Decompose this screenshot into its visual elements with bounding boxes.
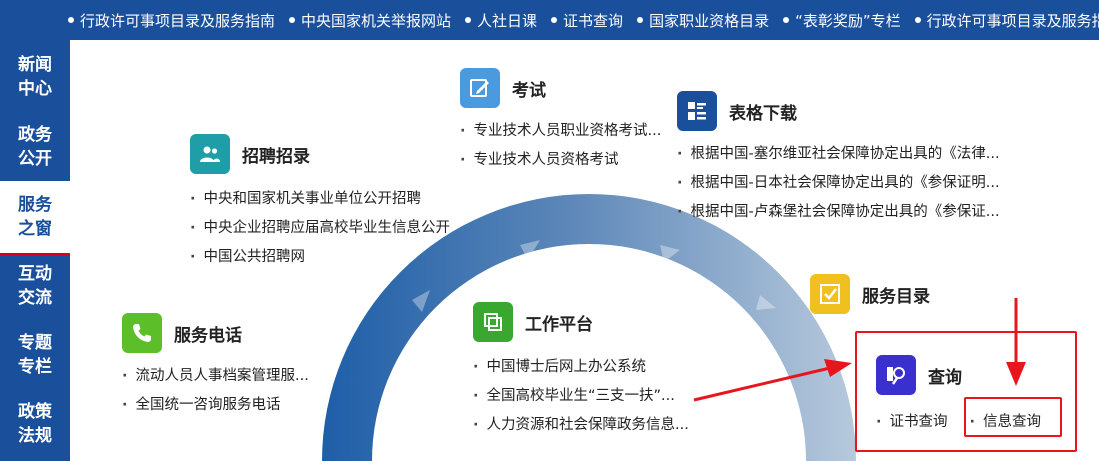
section-title[interactable]: 考试 [512,76,546,101]
nav-item-service-window[interactable]: 服务 之窗 [0,181,70,255]
list-item[interactable]: 流动人员人事档案管理服... [122,362,309,391]
section-title[interactable]: 服务电话 [174,321,242,346]
section-recruitment: 招聘招录 中央和国家机关事业单位公开招聘 中央企业招聘应届高校毕业生信息公开 中… [190,133,450,272]
list-item[interactable]: 人力资源和社会保障政务信息... [473,411,689,440]
top-link[interactable]: 行政许可事项目录及服务指南 [68,10,275,31]
section-service-phone: 服务电话 流动人员人事档案管理服... 全国统一咨询服务电话 [122,312,309,420]
top-link[interactable]: 国家职业资格目录 [637,10,769,31]
side-nav: 新闻 中心 政务 公开 服务 之窗 互动 交流 专题 专栏 政策 法规 [0,40,70,461]
section-header: 招聘招录 [190,133,450,175]
bullet-icon [551,17,558,23]
nav-item-special-topics[interactable]: 专题 专栏 [0,320,70,390]
list-item[interactable]: 根据中国-塞尔维亚社会保障协定出具的《法律... [677,140,1000,169]
bullet-icon [68,17,74,23]
section-form-download: 表格下载 根据中国-塞尔维亚社会保障协定出具的《法律... 根据中国-日本社会保… [677,90,1000,227]
section-title[interactable]: 表格下载 [729,99,797,124]
list-item[interactable]: 全国高校毕业生“三支一扶”... [473,382,689,411]
bullet-icon [914,17,921,23]
edit-icon [460,68,500,108]
nav-item-news[interactable]: 新闻 中心 [0,42,70,112]
bullet-icon [783,17,790,23]
list-item[interactable]: 专业技术人员资格考试 [460,146,661,175]
copy-icon [473,302,513,342]
list-item[interactable]: 中国博士后网上办公系统 [473,353,689,382]
top-link[interactable]: 行政许可事项目录及服务指南 [914,10,1099,31]
nav-item-government-affairs[interactable]: 政务 公开 [0,112,70,182]
checklist-icon [810,274,850,314]
section-header: 考试 [460,67,661,109]
section-work-platform: 工作平台 中国博士后网上办公系统 全国高校毕业生“三支一扶”... 人力资源和社… [473,301,689,440]
section-header: 表格下载 [677,90,1000,132]
section-service-catalog: 服务目录 [810,273,930,315]
users-icon [190,134,230,174]
nav-item-interaction[interactable]: 互动 交流 [0,251,70,321]
top-link[interactable]: “表彰奖励”专栏 [783,10,901,31]
top-link[interactable]: 人社日课 [465,10,537,31]
top-link-bar: 行政许可事项目录及服务指南 中央国家机关举报网站 人社日课 证书查询 国家职业资… [0,0,1099,40]
top-link[interactable]: 中央国家机关举报网站 [289,10,451,31]
list-item[interactable]: 全国统一咨询服务电话 [122,391,309,420]
grid-list-icon [677,91,717,131]
top-link[interactable]: 证书查询 [551,10,623,31]
section-title[interactable]: 服务目录 [862,282,930,307]
section-title[interactable]: 工作平台 [525,310,593,335]
list-item[interactable]: 专业技术人员职业资格考试... [460,117,662,146]
service-window-panel: 考试 专业技术人员职业资格考试... 专业技术人员资格考试 表格下载 根据中国-… [70,40,1099,461]
section-title[interactable]: 招聘招录 [242,142,310,167]
section-header: 工作平台 [473,301,689,343]
page: 行政许可事项目录及服务指南 中央国家机关举报网站 人社日课 证书查询 国家职业资… [0,0,1099,461]
bullet-icon [637,17,644,23]
list-item[interactable]: 根据中国-日本社会保障协定出具的《参保证明... [677,169,1000,198]
section-exam: 考试 专业技术人员职业资格考试... 专业技术人员资格考试 [460,67,661,175]
section-header: 服务目录 [810,273,930,315]
list-item[interactable]: 中央和国家机关事业单位公开招聘 [190,185,450,214]
section-header: 服务电话 [122,312,309,354]
info-query-highlight-box [964,397,1062,437]
phone-icon [122,313,162,353]
nav-item-policies[interactable]: 政策 法规 [0,389,70,459]
bullet-icon [465,17,472,23]
bullet-icon [289,17,296,23]
list-item[interactable]: 根据中国-卢森堡社会保障协定出具的《参保证... [677,198,1000,227]
list-item[interactable]: 中国公共招聘网 [190,243,450,272]
list-item[interactable]: 中央企业招聘应届高校毕业生信息公开 [190,214,451,243]
